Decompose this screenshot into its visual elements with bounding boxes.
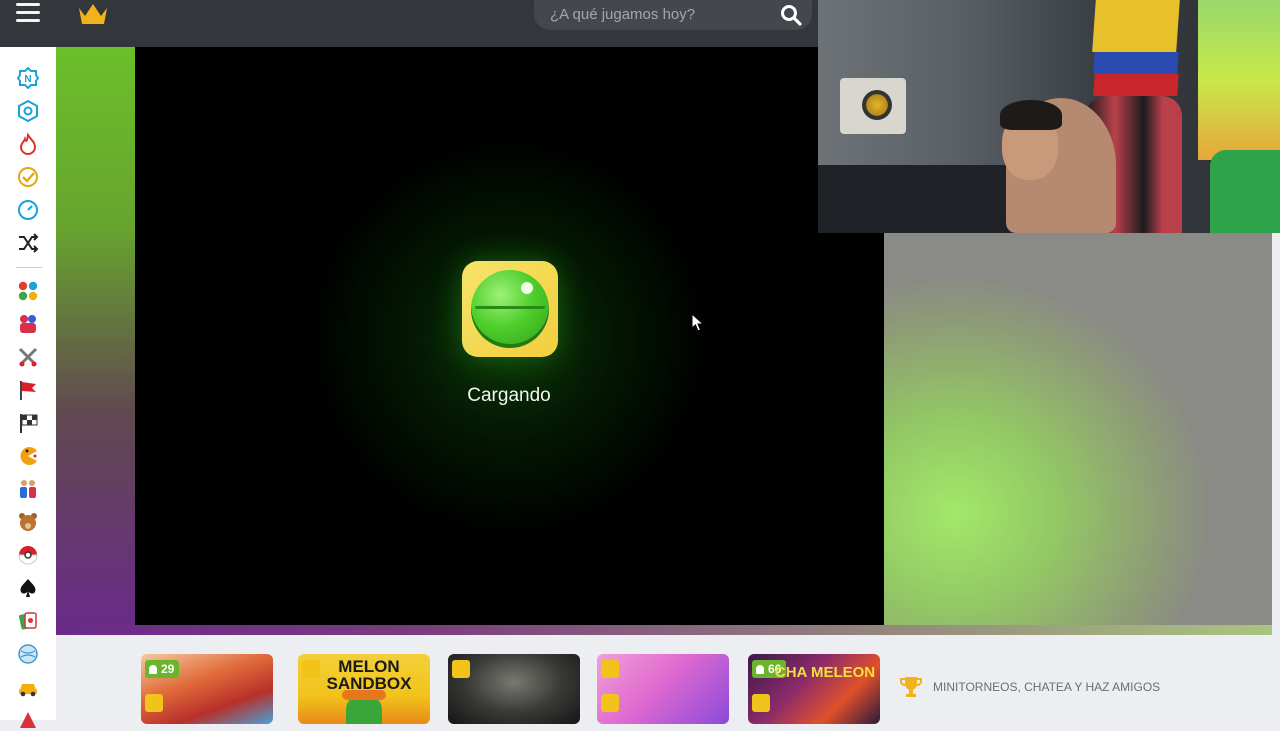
thumb-game-5[interactable]: 66 CHA MELEON xyxy=(748,654,880,724)
shuffle-icon[interactable] xyxy=(17,232,39,254)
svg-text:N: N xyxy=(24,74,31,85)
trophy-icon xyxy=(900,677,922,697)
badge-icon xyxy=(601,694,619,712)
game-background-left xyxy=(56,47,136,635)
search-icon[interactable] xyxy=(780,4,802,26)
mouse-cursor-icon xyxy=(691,313,705,332)
new-icon[interactable]: N xyxy=(17,67,39,89)
car-icon[interactable] xyxy=(17,676,39,698)
watermelon-icon xyxy=(462,261,558,357)
thumb-melon-sandbox[interactable]: MELON SANDBOX xyxy=(298,654,430,724)
thumb-title: MELON SANDBOX xyxy=(326,657,412,693)
badge-icon xyxy=(752,694,770,712)
webcam-overlay xyxy=(818,0,1280,233)
timer-icon[interactable] xyxy=(17,199,39,221)
checkered-flag-icon[interactable] xyxy=(17,412,39,434)
hamburger-menu-icon[interactable] xyxy=(16,3,40,23)
sidebar-divider xyxy=(16,267,42,268)
cards-icon[interactable] xyxy=(17,610,39,632)
promo-text: MINITORNEOS, CHATEA Y HAZ AMIGOS xyxy=(933,680,1161,694)
loading-text: Cargando xyxy=(467,385,551,406)
badge-icon xyxy=(452,660,470,678)
pokeball-icon[interactable] xyxy=(17,544,39,566)
player-count-badge: 29 xyxy=(145,660,180,678)
bear-icon[interactable] xyxy=(17,511,39,533)
flag-icon[interactable] xyxy=(17,379,39,401)
two-players-icon[interactable] xyxy=(17,478,39,500)
search-input[interactable] xyxy=(550,4,770,24)
dots-grid-icon[interactable] xyxy=(17,280,39,302)
badge-icon xyxy=(601,660,619,678)
pacman-icon[interactable] xyxy=(17,445,39,467)
right-edge xyxy=(1272,233,1280,635)
hexagon-icon[interactable] xyxy=(17,100,39,122)
swords-icon[interactable] xyxy=(17,346,39,368)
ball-icon[interactable] xyxy=(17,643,39,665)
thumb-game-3[interactable] xyxy=(448,654,580,724)
game-background-bottom xyxy=(56,625,1272,635)
category-sidebar: N xyxy=(0,47,56,728)
badge-icon xyxy=(145,694,163,712)
related-games-strip: 29 MELON SANDBOX 66 CHA MELEON MINITORNE… xyxy=(56,635,1280,724)
crown-logo-icon[interactable] xyxy=(76,0,110,28)
search-bar xyxy=(534,0,812,30)
check-circle-icon[interactable] xyxy=(17,166,39,188)
side-ad-panel xyxy=(884,233,1272,635)
game-frame[interactable]: Cargando xyxy=(135,47,884,625)
thumb-game-4[interactable] xyxy=(597,654,729,724)
thumb-game-1[interactable]: 29 xyxy=(141,654,273,724)
fire-icon[interactable] xyxy=(17,133,39,155)
fighters-icon[interactable] xyxy=(17,313,39,335)
more-category-icon[interactable] xyxy=(17,709,39,731)
thumb-title: CHA MELEON xyxy=(774,664,876,681)
spade-icon[interactable] xyxy=(17,577,39,599)
